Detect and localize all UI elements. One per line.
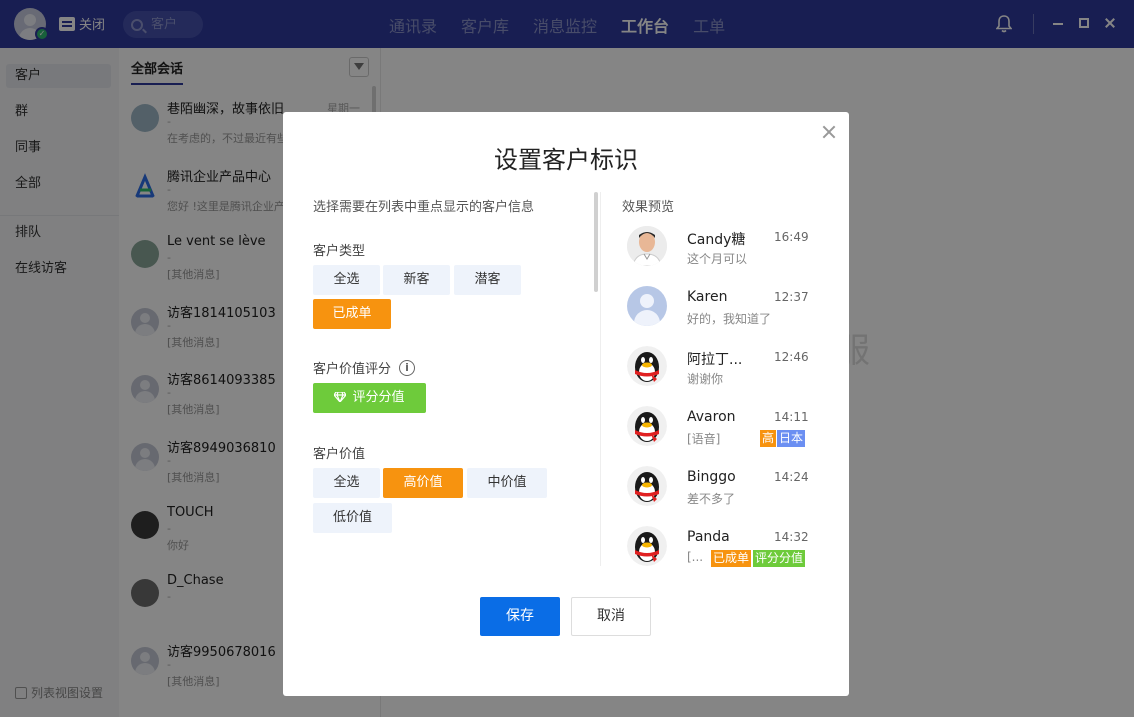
preview-name: Binggo bbox=[687, 469, 736, 485]
value-low-chip[interactable]: 低价值 bbox=[313, 503, 392, 533]
cancel-button[interactable]: 取消 bbox=[571, 597, 651, 636]
tag-score-value: 评分分值 bbox=[753, 550, 806, 567]
qq-penguin-icon bbox=[627, 406, 667, 446]
customer-marker-dialog: 设置客户标识 选择需要在列表中重点显示的客户信息 客户类型 全选 新客 潜客 已… bbox=[283, 112, 849, 696]
customer-value-label: 客户价值 bbox=[313, 443, 365, 462]
preview-message: 好的，我知道了 bbox=[687, 312, 772, 326]
preview-message: 这个月可以 bbox=[687, 252, 748, 266]
type-new-chip[interactable]: 新客 bbox=[383, 265, 450, 295]
save-button[interactable]: 保存 bbox=[480, 597, 560, 636]
value-medium-chip[interactable]: 中价值 bbox=[467, 468, 547, 498]
score-value-label: 评分分值 bbox=[352, 390, 405, 405]
avatar bbox=[627, 226, 667, 266]
diamond-icon bbox=[334, 392, 347, 402]
preview-pane: 效果预览 Candy糖 16:49 这个月可以 Karen 12:37 好的，我… bbox=[601, 192, 849, 572]
value-high-chip[interactable]: 高价值 bbox=[383, 468, 463, 498]
preview-name: Panda bbox=[687, 529, 730, 545]
preview-message: 谢谢你 bbox=[687, 372, 724, 386]
preview-time: 14:32 bbox=[774, 530, 809, 544]
qq-penguin-icon bbox=[627, 466, 667, 506]
preview-name: Avaron bbox=[687, 409, 736, 425]
avatar bbox=[627, 286, 667, 326]
preview-item: 阿拉丁... 12:46 谢谢你 bbox=[627, 346, 827, 396]
qq-penguin-icon bbox=[627, 526, 667, 566]
value-score-label-text: 客户价值评分 bbox=[313, 362, 392, 377]
close-icon[interactable] bbox=[821, 124, 837, 140]
preview-message: [语音] bbox=[687, 432, 721, 446]
value-select-all-chip[interactable]: 全选 bbox=[313, 468, 380, 498]
preview-item: Karen 12:37 好的，我知道了 bbox=[627, 286, 827, 336]
customer-value-label-text: 客户价值 bbox=[313, 447, 366, 462]
preview-message: [... bbox=[687, 550, 704, 564]
options-pane: 选择需要在列表中重点显示的客户信息 客户类型 全选 新客 潜客 已成单 客户价值… bbox=[283, 192, 599, 572]
tag-region: 日本 bbox=[777, 430, 806, 447]
dialog-title: 设置客户标识 bbox=[494, 146, 638, 174]
customer-type-label: 客户类型 bbox=[313, 240, 365, 259]
preview-label: 效果预览 bbox=[622, 200, 675, 215]
tag-high-value: 高 bbox=[760, 430, 777, 447]
preview-time: 14:24 bbox=[774, 470, 809, 484]
preview-name: 阿拉丁... bbox=[687, 352, 743, 368]
type-closed-deal-chip[interactable]: 已成单 bbox=[313, 299, 391, 329]
preview-name: Karen bbox=[687, 289, 728, 305]
preview-item: Panda 14:32 [... 已成单 评分分值 bbox=[627, 526, 827, 576]
score-value-chip[interactable]: 评分分值 bbox=[313, 383, 426, 413]
options-scrollbar[interactable] bbox=[594, 192, 598, 292]
preview-item: Avaron 14:11 [语音] 高 日本 bbox=[627, 406, 827, 456]
value-score-label: 客户价值评分 i bbox=[313, 358, 416, 377]
preview-item: Binggo 14:24 差不多了 bbox=[627, 466, 827, 516]
customer-type-label-text: 客户类型 bbox=[313, 244, 366, 259]
preview-time: 12:46 bbox=[774, 350, 809, 364]
preview-message: 差不多了 bbox=[687, 492, 736, 506]
preview-time: 12:37 bbox=[774, 290, 809, 304]
preview-name: Candy糖 bbox=[687, 232, 746, 248]
preview-time: 14:11 bbox=[774, 410, 809, 424]
preview-time: 16:49 bbox=[774, 230, 809, 244]
instruction-text: 选择需要在列表中重点显示的客户信息 bbox=[313, 200, 535, 215]
info-icon[interactable]: i bbox=[399, 359, 416, 376]
qq-penguin-icon bbox=[627, 346, 667, 386]
preview-item: Candy糖 16:49 这个月可以 bbox=[627, 226, 827, 276]
tag-closed-deal: 已成单 bbox=[711, 550, 752, 567]
type-potential-chip[interactable]: 潜客 bbox=[454, 265, 521, 295]
type-select-all-chip[interactable]: 全选 bbox=[313, 265, 380, 295]
